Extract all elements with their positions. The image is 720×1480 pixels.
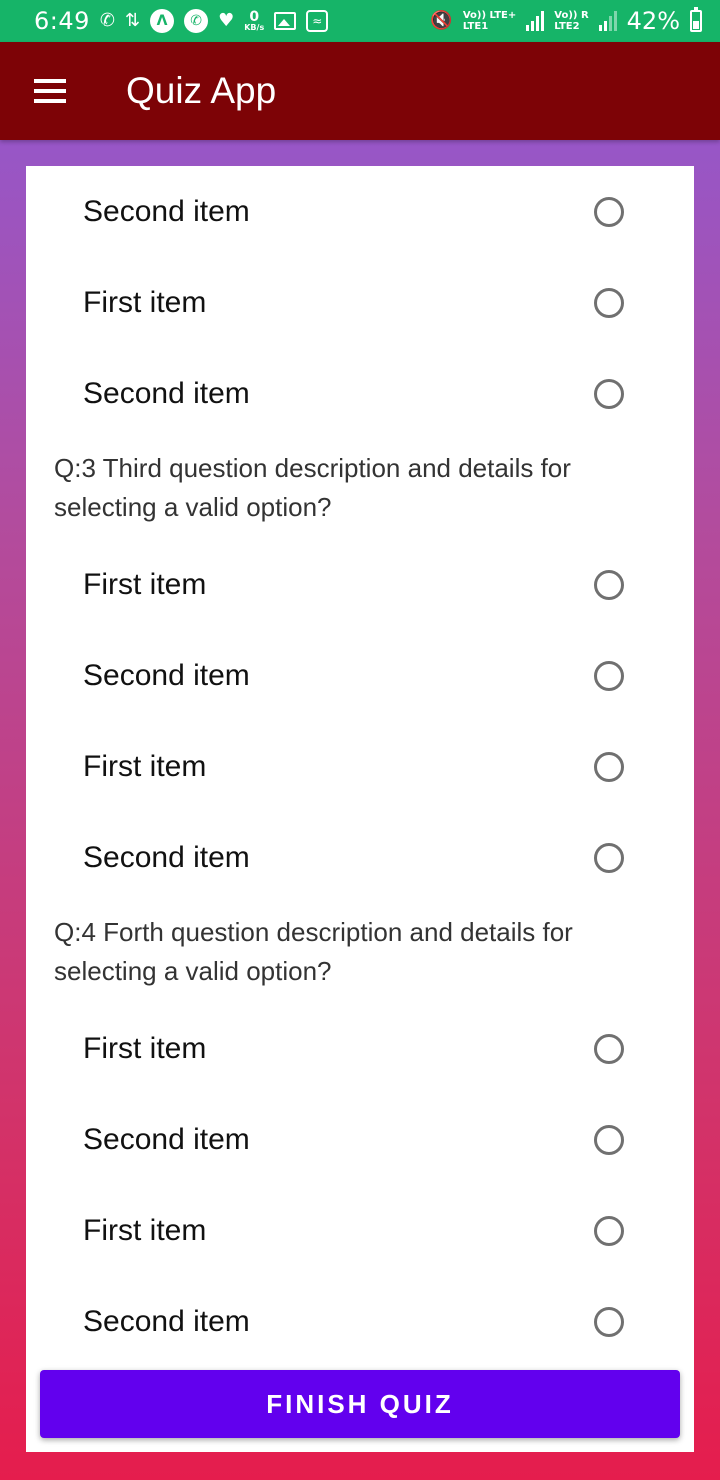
status-left: 6:49 ✆ ⇅ Λ ✆ ♥ 0 KB/s ≈: [34, 7, 329, 35]
q4-option-4[interactable]: Second item: [26, 1276, 694, 1367]
status-right: 🔇 Vo)) LTE+ LTE1 Vo)) R LTE2 42%: [430, 7, 702, 35]
radio-button[interactable]: [594, 1124, 624, 1155]
q2-option-3[interactable]: First item: [26, 257, 694, 348]
signal-bars-1-icon: [526, 11, 545, 31]
radio-button[interactable]: [594, 569, 624, 600]
lte1-sub: LTE1: [462, 21, 489, 32]
call-icon: ✆: [99, 10, 115, 31]
network-speed-value: 0: [249, 9, 260, 25]
hamburger-menu-icon[interactable]: [22, 63, 78, 119]
radio-button[interactable]: [594, 842, 624, 873]
radio-button[interactable]: [594, 196, 624, 227]
download-icon: ⇅: [125, 10, 141, 31]
q3-option-3[interactable]: First item: [26, 721, 694, 812]
network-speed-unit: KB/s: [244, 23, 265, 32]
health-icon: ♥: [218, 10, 235, 31]
q3-option-1[interactable]: First item: [26, 539, 694, 630]
option-label: Second item: [83, 1122, 250, 1156]
status-time: 6:49: [34, 7, 90, 35]
option-label: Second item: [83, 658, 250, 692]
question-3-text: Q:3 Third question description and detai…: [54, 453, 571, 522]
lte2-sub: LTE2: [554, 21, 580, 32]
option-label: Second item: [83, 1304, 250, 1338]
option-label: First item: [83, 1213, 207, 1247]
gallery-icon: [274, 12, 297, 30]
radio-button[interactable]: [594, 751, 624, 782]
app-bar: Quiz App: [0, 42, 720, 140]
quiz-list[interactable]: Second item First item Second item Q:3 T…: [26, 166, 694, 1367]
lte2-label: Vo)) R: [554, 10, 589, 21]
q4-option-3[interactable]: First item: [26, 1185, 694, 1276]
question-4-text: Q:4 Forth question description and detai…: [54, 917, 573, 986]
mute-icon: 🔇: [430, 10, 453, 31]
radio-button[interactable]: [594, 660, 624, 691]
finish-quiz-button[interactable]: FINISH QUIZ: [40, 1370, 680, 1438]
q4-option-2[interactable]: Second item: [26, 1094, 694, 1185]
option-label: First item: [83, 285, 207, 319]
radio-button[interactable]: [594, 1033, 624, 1064]
option-label: Second item: [83, 376, 250, 410]
option-label: Second item: [83, 840, 250, 874]
option-label: First item: [83, 1031, 207, 1065]
app-title: Quiz App: [126, 70, 277, 111]
q3-option-2[interactable]: Second item: [26, 630, 694, 721]
radio-button[interactable]: [594, 1306, 624, 1337]
whatsapp-icon: ✆: [184, 9, 209, 33]
q2-option-4[interactable]: Second item: [26, 348, 694, 439]
wifi-hotspot-icon: ≈: [306, 10, 329, 32]
q4-option-1[interactable]: First item: [26, 1003, 694, 1094]
q3-option-4[interactable]: Second item: [26, 812, 694, 903]
lte2-indicator: Vo)) R LTE2: [554, 10, 588, 32]
option-label: Second item: [83, 194, 250, 228]
option-label: First item: [83, 567, 207, 601]
signal-bars-2-icon: [598, 11, 617, 31]
status-bar: 6:49 ✆ ⇅ Λ ✆ ♥ 0 KB/s ≈ 🔇 Vo)) LTE+ LTE1…: [0, 0, 720, 42]
battery-icon: [690, 7, 702, 32]
radio-button[interactable]: [594, 1215, 624, 1246]
lte1-label: Vo)) LTE+: [462, 10, 517, 21]
app-icon: Λ: [150, 9, 175, 33]
radio-button[interactable]: [594, 378, 624, 409]
lte1-indicator: Vo)) LTE+ LTE1: [463, 10, 516, 32]
q2-option-2[interactable]: Second item: [26, 166, 694, 257]
network-speed: 0 KB/s: [244, 10, 264, 32]
quiz-card: Second item First item Second item Q:3 T…: [26, 166, 694, 1452]
battery-percent: 42%: [626, 7, 680, 35]
radio-button[interactable]: [594, 287, 624, 318]
option-label: First item: [83, 749, 207, 783]
